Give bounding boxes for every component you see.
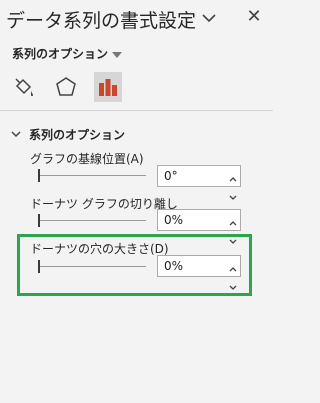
section-header-label: 系列のオプション <box>29 128 126 142</box>
doughnut-explosion-label: ドーナツ グラフの切り離し <box>30 197 178 211</box>
caret-down-icon <box>112 51 123 58</box>
first-slice-angle-label: グラフの基線位置(A) <box>30 152 144 166</box>
effects-icon <box>56 77 76 96</box>
first-slice-angle-slider[interactable] <box>38 169 148 183</box>
doughnut-explosion-value: 0% <box>164 213 184 227</box>
pane-options-chevron-button[interactable] <box>200 9 218 27</box>
slider-thumb[interactable] <box>38 169 40 182</box>
tab-effects[interactable] <box>52 72 80 102</box>
series-options-dropdown[interactable]: 系列のオプション <box>12 45 123 63</box>
highlight-box <box>17 234 252 296</box>
slider-thumb[interactable] <box>38 214 40 227</box>
chevron-down-icon <box>202 14 216 23</box>
first-slice-angle-value: 0° <box>164 169 178 183</box>
divider <box>0 110 273 111</box>
close-button[interactable]: ✕ <box>244 7 264 27</box>
series-options-section-header[interactable]: 系列のオプション <box>10 126 125 143</box>
first-slice-angle-spinner[interactable]: 0° <box>157 165 241 200</box>
close-icon: ✕ <box>246 6 262 27</box>
chevron-down-icon <box>11 131 21 138</box>
spin-down-icon[interactable] <box>229 186 237 205</box>
spin-up-icon[interactable] <box>229 211 237 230</box>
spin-up-icon[interactable] <box>229 167 237 186</box>
doughnut-explosion-slider[interactable] <box>38 214 148 228</box>
fill-line-icon <box>15 78 33 97</box>
format-data-series-pane: データ系列の書式設定 ✕ 系列のオプション 系列のオプション グラフの基線位置(… <box>0 0 273 403</box>
doughnut-explosion-spinner[interactable]: 0% <box>157 209 241 244</box>
pane-title: データ系列の書式設定 <box>6 10 197 32</box>
slider-track <box>38 175 146 176</box>
series-options-dropdown-label: 系列のオプション <box>12 47 109 61</box>
tab-series-options[interactable] <box>94 72 122 102</box>
tab-fill-line[interactable] <box>10 72 38 102</box>
series-options-icon <box>99 79 117 96</box>
slider-track <box>38 220 146 221</box>
